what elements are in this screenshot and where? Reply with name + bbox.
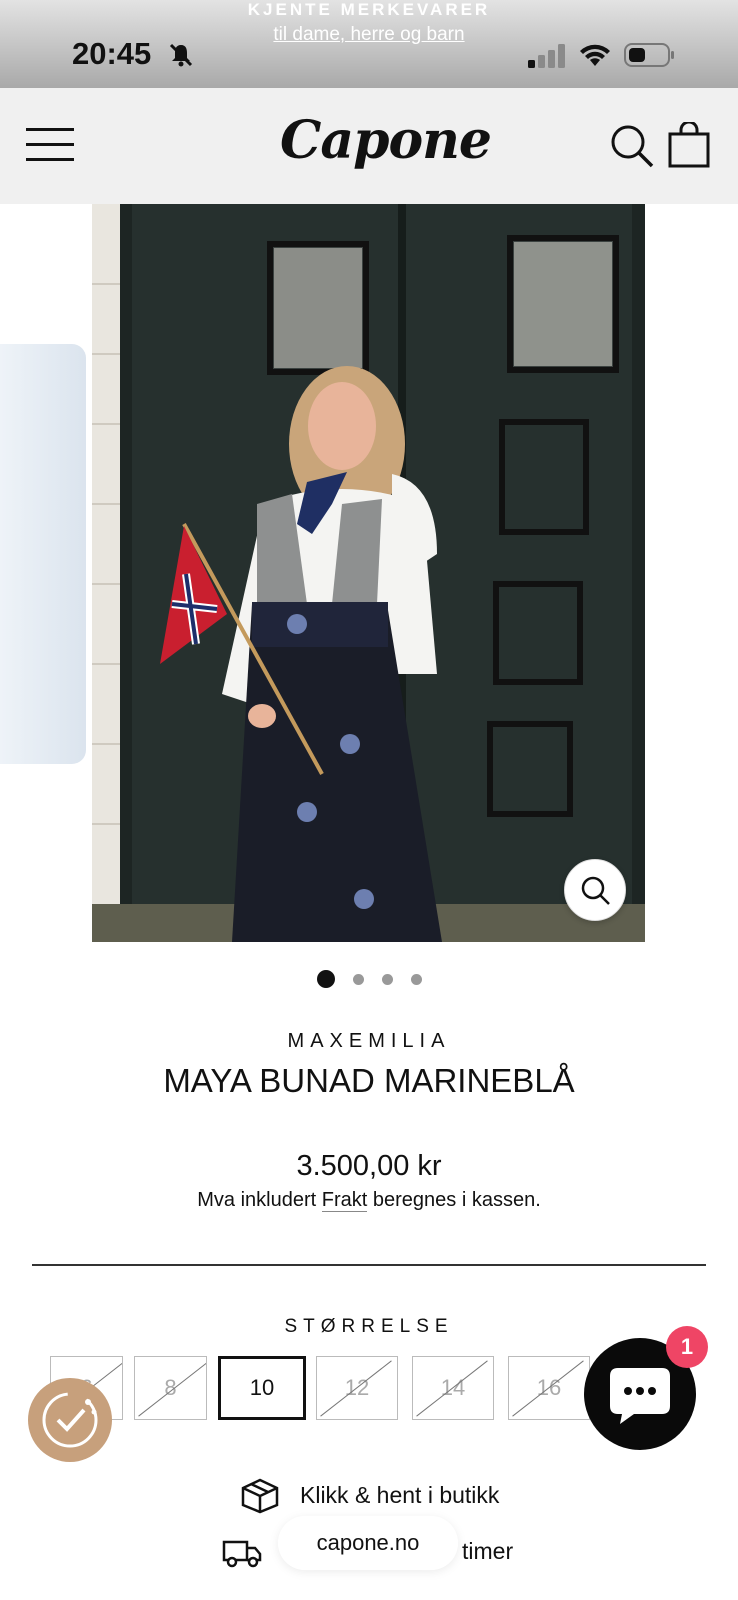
size-option-16[interactable]: 16: [508, 1356, 590, 1420]
truck-icon: [222, 1540, 262, 1568]
site-header: Capone: [0, 88, 738, 204]
pagination-dot[interactable]: [410, 973, 422, 985]
size-option-12[interactable]: 12: [316, 1356, 398, 1420]
signal-icon: [528, 44, 565, 68]
pagination-dot[interactable]: [381, 973, 393, 985]
product-gallery[interactable]: [0, 204, 738, 942]
wifi-icon: [580, 44, 610, 66]
shipping-link[interactable]: Frakt: [321, 1189, 368, 1212]
feature-text: timer: [462, 1538, 514, 1564]
pagination-dot[interactable]: [316, 970, 335, 988]
product-photo[interactable]: [92, 204, 645, 942]
search-icon[interactable]: [610, 124, 654, 168]
divider: [32, 1264, 706, 1266]
unavailable-strike: [416, 1360, 488, 1417]
previous-slide-image[interactable]: [0, 344, 86, 764]
site-logo[interactable]: Capone: [280, 110, 492, 180]
feature-text: Klikk & hent i butikk: [300, 1482, 500, 1508]
product-price: 3.500,00 kr: [296, 1150, 442, 1182]
tax-note-prefix: Mva inkludert: [197, 1189, 322, 1211]
size-option-10[interactable]: 10: [218, 1356, 306, 1420]
unavailable-strike: [320, 1360, 392, 1417]
unavailable-strike: [512, 1360, 584, 1417]
status-time: 20:45: [72, 36, 152, 71]
box-icon: [241, 1478, 279, 1514]
product-title: MAYA BUNAD MARINEBLÅ: [163, 1062, 575, 1099]
tax-note-suffix: beregnes i kassen.: [367, 1189, 541, 1211]
gallery-pagination: [0, 970, 738, 990]
size-selector: 6 8 10 12 14 16: [50, 1356, 650, 1422]
status-bar: KJENTE MERKEVARER til dame, herre og bar…: [0, 0, 738, 88]
size-option-8[interactable]: 8: [134, 1356, 207, 1420]
size-option-14[interactable]: 14: [412, 1356, 494, 1420]
bell-muted-icon: [169, 43, 193, 67]
cookie-consent-button[interactable]: [28, 1378, 112, 1462]
feature-click-collect: Klikk & hent i butikk: [0, 1478, 738, 1518]
tax-note: Mva inkludert Frakt beregnes i kassen.: [0, 1189, 738, 1212]
chat-unread-badge: 1: [666, 1326, 708, 1368]
size-option-label: 10: [249, 1375, 275, 1400]
cart-icon[interactable]: [668, 122, 710, 168]
announcement-title: KJENTE MERKEVARER: [247, 0, 491, 19]
menu-icon[interactable]: [26, 126, 74, 164]
pagination-dot[interactable]: [352, 973, 364, 985]
size-label: STØRRELSE: [284, 1316, 454, 1337]
cookie-icon: [42, 1392, 98, 1448]
product-brand[interactable]: MAXEMILIA: [0, 1030, 738, 1053]
unavailable-strike: [138, 1360, 206, 1417]
zoom-icon: [581, 876, 610, 905]
zoom-button[interactable]: [564, 859, 626, 921]
browser-url-bar[interactable]: capone.no: [278, 1516, 458, 1570]
battery-icon: [624, 43, 674, 67]
